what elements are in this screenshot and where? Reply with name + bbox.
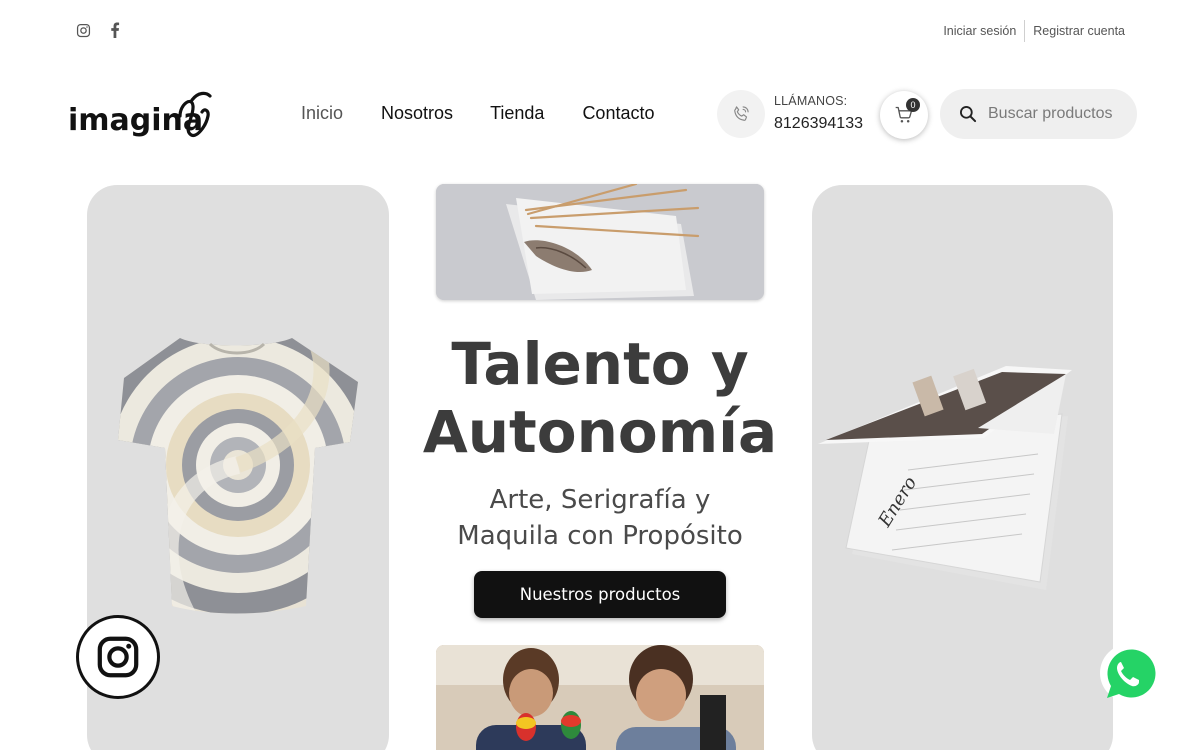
- hero-subtitle-line-1: Arte, Serigrafía y: [489, 485, 711, 515]
- nav-item-nosotros[interactable]: Nosotros: [381, 103, 453, 124]
- search-icon: [960, 106, 977, 123]
- call-number[interactable]: 8126394133: [774, 115, 863, 133]
- nav-item-contacto[interactable]: Contacto: [582, 103, 654, 124]
- social-links: [74, 21, 124, 39]
- search-box[interactable]: [940, 89, 1137, 139]
- register-link[interactable]: Registrar cuenta: [1033, 24, 1125, 38]
- cart-button[interactable]: [880, 91, 928, 139]
- login-link[interactable]: Iniciar sesión: [943, 24, 1016, 38]
- account-links: Iniciar sesión Registrar cuenta: [943, 20, 1125, 42]
- search-input[interactable]: [988, 105, 1123, 123]
- hero-photo-top: [436, 184, 764, 300]
- tie-dye-shirt-image: [110, 330, 365, 620]
- top-bar: Iniciar sesión Registrar cuenta: [0, 0, 1200, 60]
- nav-item-inicio[interactable]: Inicio: [301, 103, 343, 124]
- products-button[interactable]: Nuestros productos: [474, 571, 726, 618]
- hero-subtitle: Arte, Serigrafía y Maquila con Propósito: [400, 482, 800, 554]
- cart-count-badge: 0: [906, 98, 920, 112]
- hero-title-line-2: Autonomía: [422, 398, 778, 466]
- instagram-float-button[interactable]: [76, 615, 160, 699]
- hero-photo-bottom: [436, 645, 764, 750]
- instagram-icon[interactable]: [74, 21, 92, 39]
- logo[interactable]: imagina: [68, 86, 213, 142]
- main-nav: Inicio Nosotros Tienda Contacto: [301, 103, 654, 124]
- call-label: LLÁMANOS:: [774, 94, 848, 108]
- hero-title: Talento y Autonomía: [400, 330, 800, 466]
- main-header: imagina Inicio Nosotros Tienda Contacto …: [0, 70, 1200, 160]
- calendar-image: Enero: [818, 358, 1080, 598]
- hero-title-line-1: Talento y: [451, 330, 749, 398]
- hero-subtitle-line-2: Maquila con Propósito: [457, 521, 743, 551]
- whatsapp-icon: [1100, 644, 1158, 702]
- phone-icon: [734, 106, 749, 121]
- instagram-icon: [97, 636, 139, 678]
- phone-button[interactable]: [717, 90, 765, 138]
- whatsapp-float-button[interactable]: [1097, 642, 1161, 706]
- facebook-icon[interactable]: [106, 21, 124, 39]
- nav-item-tienda[interactable]: Tienda: [490, 103, 544, 124]
- divider: [1024, 20, 1026, 42]
